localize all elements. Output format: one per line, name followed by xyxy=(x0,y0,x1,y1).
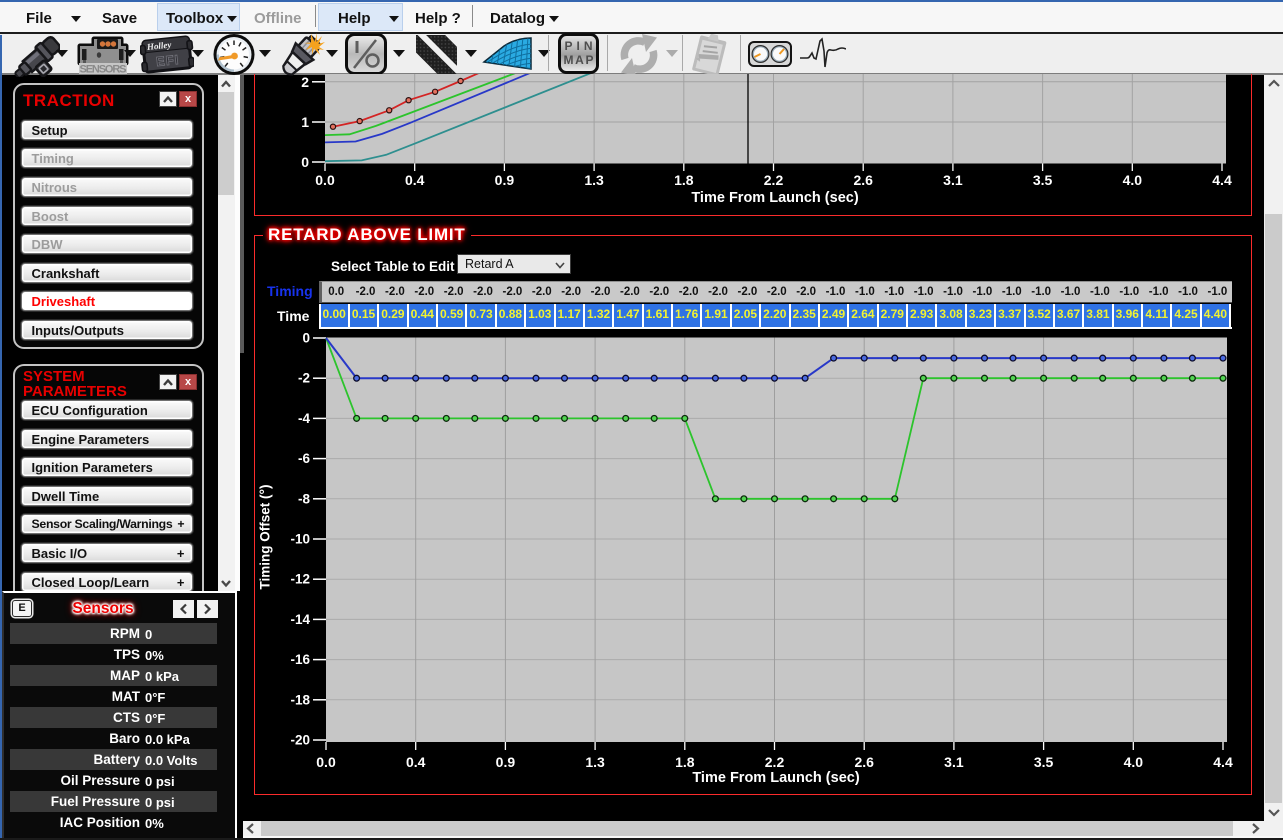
svg-text:-18: -18 xyxy=(290,692,310,707)
svg-text:0.0: 0.0 xyxy=(315,172,335,188)
svg-text:-8: -8 xyxy=(298,491,310,506)
svg-text:3.1: 3.1 xyxy=(943,172,963,188)
svg-text:3.1: 3.1 xyxy=(944,754,964,770)
svg-text:Time From Launch (sec): Time From Launch (sec) xyxy=(691,190,858,206)
svg-text:EFI: EFI xyxy=(155,51,180,68)
svg-text:0.0: 0.0 xyxy=(316,754,336,770)
svg-text:-20: -20 xyxy=(290,733,310,748)
svg-text:0.4: 0.4 xyxy=(405,172,425,188)
svg-text:-12: -12 xyxy=(290,572,310,587)
svg-text:2.2: 2.2 xyxy=(764,172,784,188)
svg-text:-10: -10 xyxy=(290,532,310,547)
svg-text:Time From Launch (sec): Time From Launch (sec) xyxy=(692,770,859,786)
svg-text:3.5: 3.5 xyxy=(1034,754,1054,770)
svg-text:4.4: 4.4 xyxy=(1212,172,1232,188)
svg-text:0.4: 0.4 xyxy=(406,754,426,770)
svg-text:2.6: 2.6 xyxy=(854,754,874,770)
svg-text:2: 2 xyxy=(301,74,309,90)
svg-text:0.9: 0.9 xyxy=(495,172,515,188)
svg-text:-4: -4 xyxy=(298,411,310,426)
svg-text:0: 0 xyxy=(301,154,309,170)
svg-text:4.0: 4.0 xyxy=(1124,754,1144,770)
svg-text:1: 1 xyxy=(301,114,309,130)
svg-text:-6: -6 xyxy=(298,451,310,466)
svg-text:1.3: 1.3 xyxy=(584,172,604,188)
svg-text:0: 0 xyxy=(302,331,310,346)
svg-text:1.8: 1.8 xyxy=(675,754,695,770)
svg-text:Timing Offset (°): Timing Offset (°) xyxy=(258,485,273,590)
svg-text:4.0: 4.0 xyxy=(1123,172,1143,188)
svg-text:0.9: 0.9 xyxy=(496,754,516,770)
svg-text:4.4: 4.4 xyxy=(1213,754,1233,770)
svg-text:SENSORS: SENSORS xyxy=(80,63,127,74)
svg-text:MAP: MAP xyxy=(564,53,594,67)
svg-text:2.6: 2.6 xyxy=(853,172,873,188)
svg-text:PIN: PIN xyxy=(565,39,593,53)
svg-text:3.5: 3.5 xyxy=(1033,172,1053,188)
svg-text:-14: -14 xyxy=(290,612,310,627)
svg-text:2.2: 2.2 xyxy=(765,754,785,770)
svg-text:-2: -2 xyxy=(298,371,310,386)
svg-text:-16: -16 xyxy=(290,652,310,667)
svg-text:1.3: 1.3 xyxy=(585,754,605,770)
svg-text:1.8: 1.8 xyxy=(674,172,694,188)
